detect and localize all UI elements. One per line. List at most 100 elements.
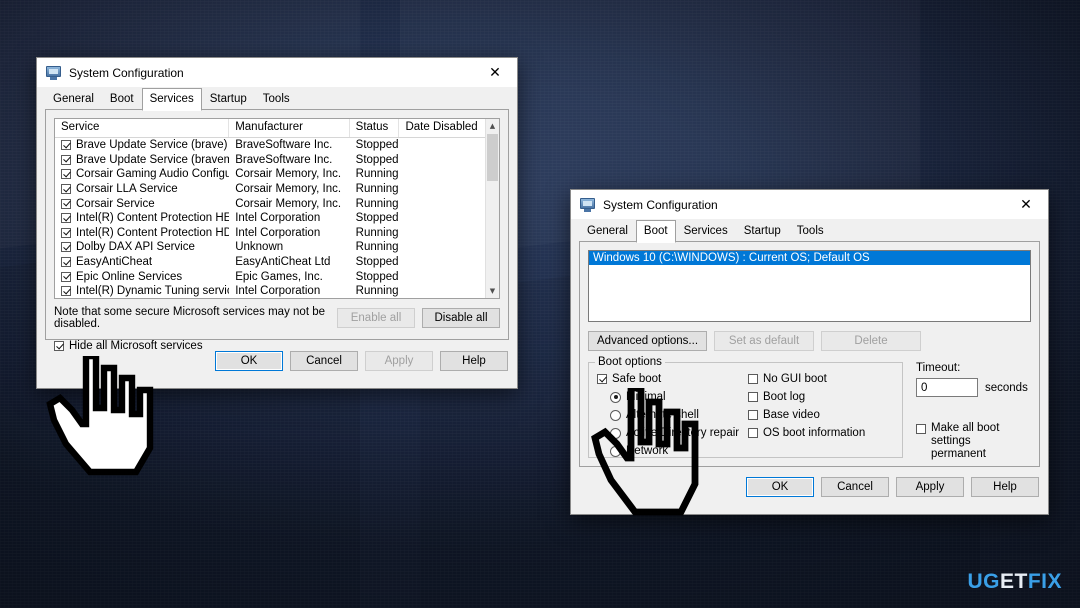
tabstrip[interactable]: General Boot Services Startup Tools xyxy=(37,88,517,111)
tab-startup[interactable]: Startup xyxy=(202,89,255,110)
service-enabled-checkbox[interactable] xyxy=(61,184,71,195)
set-as-default-button[interactable]: Set as default xyxy=(714,331,815,351)
service-name-cell[interactable]: Brave Update Service (bravem) xyxy=(55,154,229,166)
tab-tools[interactable]: Tools xyxy=(255,89,298,110)
service-enabled-checkbox[interactable] xyxy=(61,271,71,282)
column-service[interactable]: Service xyxy=(55,119,230,137)
boot-log-option[interactable]: Boot log xyxy=(747,391,894,403)
service-name-cell[interactable]: Brave Update Service (brave) xyxy=(55,139,229,151)
table-row[interactable]: Intel(R) Content Protection HEC... Intel … xyxy=(55,211,499,226)
apply-button[interactable]: Apply xyxy=(365,351,433,371)
close-icon[interactable]: ✕ xyxy=(473,58,517,87)
os-entries-list[interactable]: Windows 10 (C:\WINDOWS) : Current OS; De… xyxy=(588,250,1031,322)
tab-startup[interactable]: Startup xyxy=(736,221,789,242)
system-configuration-boot-window[interactable]: System Configuration ✕ General Boot Serv… xyxy=(570,189,1049,515)
os-entry-selected[interactable]: Windows 10 (C:\WINDOWS) : Current OS; De… xyxy=(589,251,1030,265)
service-name-cell[interactable]: Corsair Gaming Audio Configurat... xyxy=(55,168,229,180)
safeboot-alternate-shell-option[interactable]: Alternate shell xyxy=(610,409,748,421)
tab-general[interactable]: General xyxy=(45,89,102,110)
enable-all-button[interactable]: Enable all xyxy=(337,308,415,328)
table-row[interactable]: EasyAntiCheat EasyAntiCheat Ltd Stopped xyxy=(55,255,499,270)
listview-header[interactable]: Service Manufacturer Status Date Disable… xyxy=(55,119,499,138)
service-enabled-checkbox[interactable] xyxy=(61,154,71,165)
table-row[interactable]: Intel(R) Dynamic Tuning service Intel Cor… xyxy=(55,284,499,298)
tab-tools[interactable]: Tools xyxy=(789,221,832,242)
services-listview[interactable]: Service Manufacturer Status Date Disable… xyxy=(54,118,500,299)
boot-log-checkbox[interactable] xyxy=(747,392,758,402)
advanced-options-button[interactable]: Advanced options... xyxy=(588,331,708,351)
base-video-option[interactable]: Base video xyxy=(747,409,894,421)
service-name-cell[interactable]: Corsair Service xyxy=(55,198,229,210)
radio-network[interactable] xyxy=(610,445,621,457)
table-row[interactable]: Brave Update Service (bravem) BraveSoftwa… xyxy=(55,153,499,168)
network-label: Network xyxy=(626,445,669,457)
ok-button[interactable]: OK xyxy=(215,351,283,371)
tab-boot[interactable]: Boot xyxy=(635,220,676,243)
service-enabled-checkbox[interactable] xyxy=(61,242,71,253)
service-name-label: Intel(R) Dynamic Tuning service xyxy=(76,285,230,298)
column-status[interactable]: Status xyxy=(350,119,400,137)
service-name-cell[interactable]: Intel(R) Dynamic Tuning service xyxy=(55,285,229,297)
service-name-cell[interactable]: Corsair LLA Service xyxy=(55,183,229,195)
apply-button[interactable]: Apply xyxy=(896,477,964,497)
service-name-cell[interactable]: Intel(R) Content Protection HDC... xyxy=(55,227,229,239)
service-name-cell[interactable]: EasyAntiCheat xyxy=(55,256,229,268)
service-name-cell[interactable]: Intel(R) Content Protection HEC... xyxy=(55,212,229,224)
tabstrip[interactable]: General Boot Services Startup Tools xyxy=(571,220,1048,243)
safeboot-minimal-option[interactable]: Minimal xyxy=(610,391,748,403)
service-enabled-checkbox[interactable] xyxy=(61,198,71,209)
close-icon[interactable]: ✕ xyxy=(1004,190,1048,219)
base-video-checkbox[interactable] xyxy=(747,410,758,420)
os-boot-information-option[interactable]: OS boot information xyxy=(747,427,894,439)
safe-boot-checkbox[interactable] xyxy=(597,374,607,384)
service-name-cell[interactable]: Dolby DAX API Service xyxy=(55,241,229,253)
watermark-part2: ET xyxy=(999,570,1028,593)
hide-microsoft-services-checkbox[interactable] xyxy=(54,341,64,351)
service-enabled-checkbox[interactable] xyxy=(61,227,71,238)
table-row[interactable]: Corsair Gaming Audio Configurat... Corsai… xyxy=(55,167,499,182)
no-gui-boot-option[interactable]: No GUI boot xyxy=(747,373,894,385)
table-row[interactable]: Corsair Service Corsair Memory, Inc. Runni… xyxy=(55,196,499,211)
cancel-button[interactable]: Cancel xyxy=(821,477,889,497)
delete-button[interactable]: Delete xyxy=(821,331,922,351)
service-name-cell[interactable]: Epic Online Services xyxy=(55,271,229,283)
no-gui-boot-checkbox[interactable] xyxy=(747,374,758,384)
os-boot-information-checkbox[interactable] xyxy=(747,428,758,438)
safeboot-ad-repair-option[interactable]: Active Directory repair xyxy=(610,427,748,439)
scroll-up-icon[interactable]: ▲ xyxy=(486,119,499,133)
scroll-down-icon[interactable]: ▼ xyxy=(486,284,499,298)
table-row[interactable]: Intel(R) Content Protection HDC... Intel … xyxy=(55,226,499,241)
disable-all-button[interactable]: Disable all xyxy=(422,308,500,328)
services-list-body[interactable]: Brave Update Service (brave) BraveSoftwar… xyxy=(55,138,499,298)
titlebar[interactable]: System Configuration ✕ xyxy=(571,190,1048,220)
help-button[interactable]: Help xyxy=(440,351,508,371)
titlebar[interactable]: System Configuration ✕ xyxy=(37,58,517,88)
tab-services[interactable]: Services xyxy=(676,221,736,242)
safeboot-network-option[interactable]: Network xyxy=(610,445,748,457)
listview-scrollbar[interactable]: ▲ ▼ xyxy=(485,119,499,298)
column-manufacturer[interactable]: Manufacturer xyxy=(229,119,350,137)
tab-boot[interactable]: Boot xyxy=(102,89,142,110)
radio-active-directory-repair[interactable] xyxy=(610,427,621,439)
cancel-button[interactable]: Cancel xyxy=(290,351,358,371)
table-row[interactable]: Dolby DAX API Service Unknown Running xyxy=(55,240,499,255)
safe-boot-option[interactable]: Safe boot xyxy=(597,373,748,385)
ok-button[interactable]: OK xyxy=(746,477,814,497)
radio-alternate-shell[interactable] xyxy=(610,409,621,421)
system-configuration-services-window[interactable]: System Configuration ✕ General Boot Serv… xyxy=(36,57,518,389)
service-enabled-checkbox[interactable] xyxy=(61,140,71,151)
timeout-input[interactable]: 0 xyxy=(916,378,978,397)
service-enabled-checkbox[interactable] xyxy=(61,257,71,268)
service-enabled-checkbox[interactable] xyxy=(61,286,71,297)
table-row[interactable]: Corsair LLA Service Corsair Memory, Inc. R… xyxy=(55,182,499,197)
tab-services[interactable]: Services xyxy=(141,88,202,111)
service-enabled-checkbox[interactable] xyxy=(61,169,71,180)
help-button[interactable]: Help xyxy=(971,477,1039,497)
radio-minimal[interactable] xyxy=(610,391,621,403)
table-row[interactable]: Brave Update Service (brave) BraveSoftwar… xyxy=(55,138,499,153)
tab-general[interactable]: General xyxy=(579,221,636,242)
make-permanent-checkbox[interactable] xyxy=(916,424,926,434)
table-row[interactable]: Epic Online Services Epic Games, Inc. Stop… xyxy=(55,269,499,284)
scrollbar-thumb[interactable] xyxy=(487,134,498,181)
service-enabled-checkbox[interactable] xyxy=(61,213,71,224)
